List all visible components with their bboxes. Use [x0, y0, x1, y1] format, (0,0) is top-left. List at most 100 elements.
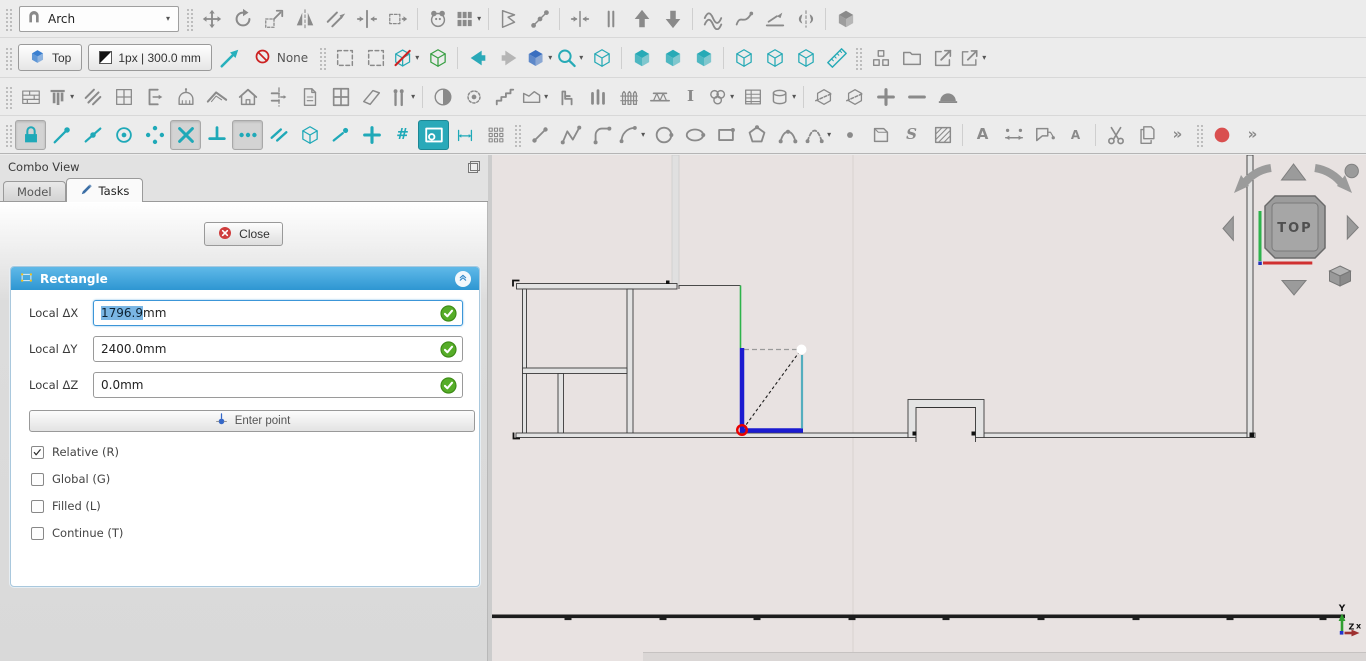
snap-angle-button[interactable] — [139, 120, 170, 150]
export-file-button[interactable] — [927, 43, 958, 73]
arch-window-button[interactable] — [325, 82, 356, 112]
arch-reference-button[interactable] — [294, 82, 325, 112]
snap-ortho-button[interactable] — [356, 120, 387, 150]
snap-working-plane-button[interactable] — [418, 119, 449, 150]
copy-button[interactable] — [1131, 120, 1162, 150]
tab-tasks[interactable]: Tasks — [65, 178, 144, 202]
open-folder-button[interactable] — [896, 43, 927, 73]
draft-point-button[interactable] — [834, 120, 865, 150]
continue-checkbox[interactable] — [31, 526, 44, 540]
toolbar-grip[interactable] — [185, 6, 194, 31]
chevron-down-icon[interactable]: ▾ — [475, 14, 483, 23]
rectangle-section-header[interactable]: Rectangle — [11, 267, 479, 290]
share-file-button[interactable]: ▾ — [958, 43, 989, 73]
wall-interior-horizontal[interactable] — [522, 367, 628, 374]
draft-join-button[interactable] — [564, 4, 595, 34]
floor-plan[interactable] — [515, 154, 1256, 438]
snap-dimensions-button[interactable] — [449, 120, 480, 150]
collapse-section-button[interactable] — [455, 270, 471, 287]
close-button[interactable]: Close — [204, 222, 283, 246]
arch-cut-line-button[interactable] — [839, 82, 870, 112]
view-front-button[interactable] — [626, 43, 657, 73]
arch-project-button[interactable] — [170, 82, 201, 112]
view-top-button[interactable] — [657, 43, 688, 73]
toolbar-overflow-2-button[interactable]: » — [1237, 120, 1268, 150]
local-dx-input[interactable]: 1796.9 mm — [93, 300, 463, 326]
draft-mirror-button[interactable] — [289, 4, 320, 34]
autogroup-button[interactable]: None — [246, 48, 316, 68]
draft-clone-button[interactable] — [422, 4, 453, 34]
toolbar-grip[interactable] — [318, 45, 328, 70]
wall-baseline-left[interactable] — [515, 432, 909, 438]
chevron-down-icon[interactable]: ▾ — [790, 92, 798, 101]
arch-axis-system-button[interactable] — [458, 82, 489, 112]
snap-lock-button[interactable] — [15, 119, 46, 150]
wall-interior-vertical[interactable] — [626, 288, 634, 434]
toolbar-grip[interactable] — [513, 122, 522, 147]
draft-rotate-button[interactable] — [227, 4, 258, 34]
toolbar-grip[interactable] — [4, 84, 13, 109]
chevron-down-icon[interactable]: ▾ — [409, 92, 417, 101]
snap-toggle-button[interactable]: ▾ — [391, 43, 422, 73]
box-selection-button[interactable] — [329, 43, 360, 73]
draft-ellipse-button[interactable] — [679, 120, 710, 150]
arch-axis-button[interactable] — [427, 82, 458, 112]
wall-baseline-right[interactable] — [983, 432, 1256, 438]
wall-right-vertical[interactable] — [1246, 154, 1254, 438]
arch-schedule-button[interactable] — [737, 82, 768, 112]
arch-profile-button[interactable]: I — [675, 82, 706, 112]
measure-distance-button[interactable] — [821, 43, 852, 73]
toolbar-grip[interactable] — [4, 122, 13, 147]
arch-equipment-button[interactable] — [551, 82, 582, 112]
draft-bezier-button[interactable]: ▾ — [803, 120, 834, 150]
arch-material-button[interactable]: ▾ — [706, 82, 737, 112]
enter-point-button[interactable]: Enter point — [29, 410, 475, 432]
arch-building-button[interactable] — [232, 82, 263, 112]
arch-pipe-button[interactable]: ▾ — [387, 82, 418, 112]
snap-special-button[interactable] — [294, 120, 325, 150]
view-bottom-button[interactable] — [759, 43, 790, 73]
draft-circle-button[interactable] — [648, 120, 679, 150]
arch-remove-component-button[interactable] — [901, 82, 932, 112]
chevron-down-icon[interactable]: ▾ — [980, 53, 988, 62]
rotate-cw-arrow[interactable] — [1314, 164, 1347, 188]
draft-shapestring-button[interactable]: S — [896, 120, 927, 150]
draft-offset-button[interactable] — [320, 4, 351, 34]
arch-panel-button[interactable] — [356, 82, 387, 112]
relative-checkbox[interactable] — [31, 445, 44, 459]
view-axonometric-button[interactable] — [586, 43, 617, 73]
arch-curtain-wall-button[interactable] — [108, 82, 139, 112]
arch-section-plane-button[interactable] — [263, 82, 294, 112]
arch-survey-button[interactable] — [932, 82, 963, 112]
snap-midpoint-button[interactable] — [77, 120, 108, 150]
draft-array-button[interactable]: ▾ — [453, 4, 484, 34]
draft-arc-button[interactable]: ▾ — [617, 120, 648, 150]
arch-wall-tools-button[interactable]: ▾ — [520, 82, 551, 112]
navigation-cube[interactable]: TOP — [1222, 163, 1359, 296]
snap-near-button[interactable] — [325, 120, 356, 150]
arch-structure-button[interactable]: ▾ — [46, 82, 77, 112]
chevron-down-icon[interactable]: ▾ — [546, 53, 554, 62]
arch-wall-button[interactable] — [15, 82, 46, 112]
draft-dimension-button[interactable] — [998, 120, 1029, 150]
draft-shape-2d-view-button[interactable] — [830, 4, 861, 34]
arch-space-button[interactable] — [139, 82, 170, 112]
select-working-plane-button[interactable] — [422, 43, 453, 73]
annotation-styles-button[interactable]: A — [1060, 120, 1091, 150]
nav-arrow-left[interactable] — [1222, 215, 1234, 242]
arch-add-component-button[interactable] — [870, 82, 901, 112]
snap-center-button[interactable] — [108, 120, 139, 150]
snap-endpoint-button[interactable] — [46, 120, 77, 150]
arch-truss-button[interactable] — [644, 82, 675, 112]
nav-arrow-down[interactable] — [1280, 280, 1308, 296]
arch-fence-button[interactable] — [613, 82, 644, 112]
snap-perpendicular-button[interactable] — [201, 120, 232, 150]
draft-split-button[interactable] — [595, 4, 626, 34]
draft-add-point-button[interactable] — [728, 4, 759, 34]
wall-upper-band[interactable] — [671, 154, 680, 287]
arch-frame-button[interactable] — [582, 82, 613, 112]
view-top-button[interactable]: Top — [18, 44, 83, 71]
draft-trimex-button[interactable] — [351, 4, 382, 34]
wall-top[interactable] — [516, 283, 678, 290]
local-dz-input[interactable]: 0.0 mm — [93, 372, 463, 398]
